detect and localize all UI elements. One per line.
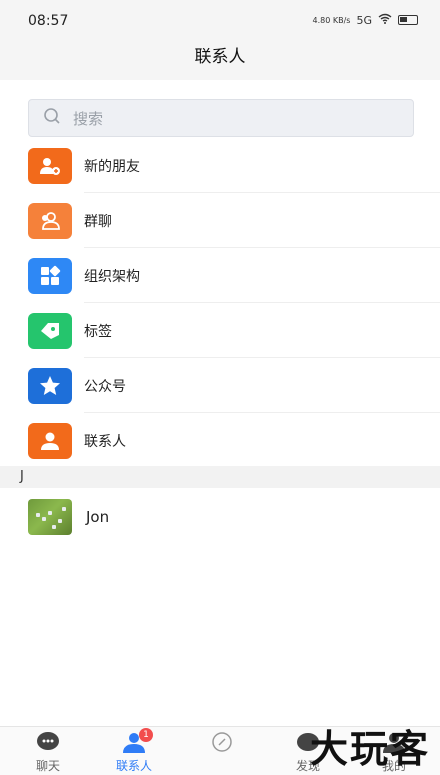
contact-row[interactable]: Jon xyxy=(0,497,440,537)
tab-label: 聊天 xyxy=(35,759,60,773)
menu-label: 新的朋友 xyxy=(84,158,140,175)
menu-item-group-chat[interactable]: 群聊 xyxy=(0,193,440,248)
search-input[interactable]: 搜索 xyxy=(28,99,414,137)
tab-compass[interactable] xyxy=(192,731,252,775)
page-title: 联系人 xyxy=(0,40,440,80)
menu-label: 群聊 xyxy=(84,213,112,230)
person-icon xyxy=(28,422,72,459)
org-blocks-icon xyxy=(28,257,72,294)
menu-label: 标签 xyxy=(84,323,112,340)
search-icon xyxy=(43,107,61,129)
tab-chat[interactable]: 聊天 xyxy=(18,731,78,775)
status-time: 08:57 xyxy=(28,13,69,29)
search-placeholder: 搜索 xyxy=(73,109,104,128)
watermark: 大玩客 xyxy=(309,726,430,771)
signal-label: 5G xyxy=(356,13,372,27)
notification-badge: 1 xyxy=(139,728,153,742)
star-icon xyxy=(28,367,72,404)
contact-name: Jon xyxy=(86,508,110,526)
contacts-icon: 1 xyxy=(121,728,153,753)
status-indicators: 4.80 KB/s 5G xyxy=(313,13,418,27)
net-speed: 4.80 KB/s xyxy=(312,15,351,25)
battery-icon xyxy=(398,15,418,25)
chat-bubble-icon xyxy=(35,731,61,753)
menu-label: 公众号 xyxy=(84,378,126,395)
menu-item-official-accounts[interactable]: 公众号 xyxy=(0,358,440,413)
menu-item-new-friends[interactable]: 新的朋友 xyxy=(0,138,440,193)
tag-icon xyxy=(28,312,72,349)
tab-contacts[interactable]: 1 联系人 xyxy=(104,728,164,775)
tab-label: 联系人 xyxy=(115,759,152,773)
menu-item-organization[interactable]: 组织架构 xyxy=(0,248,440,303)
menu-item-tags[interactable]: 标签 xyxy=(0,303,440,358)
menu-label: 组织架构 xyxy=(84,268,140,285)
menu-label: 联系人 xyxy=(84,433,126,450)
wifi-icon xyxy=(378,13,392,27)
status-bar: 08:57 4.80 KB/s 5G xyxy=(0,0,440,40)
group-icon xyxy=(28,202,72,239)
avatar xyxy=(28,499,72,535)
compass-icon xyxy=(209,731,235,753)
add-person-icon xyxy=(28,147,72,184)
menu-item-contacts[interactable]: 联系人 xyxy=(0,413,440,468)
section-header: J xyxy=(0,466,440,488)
